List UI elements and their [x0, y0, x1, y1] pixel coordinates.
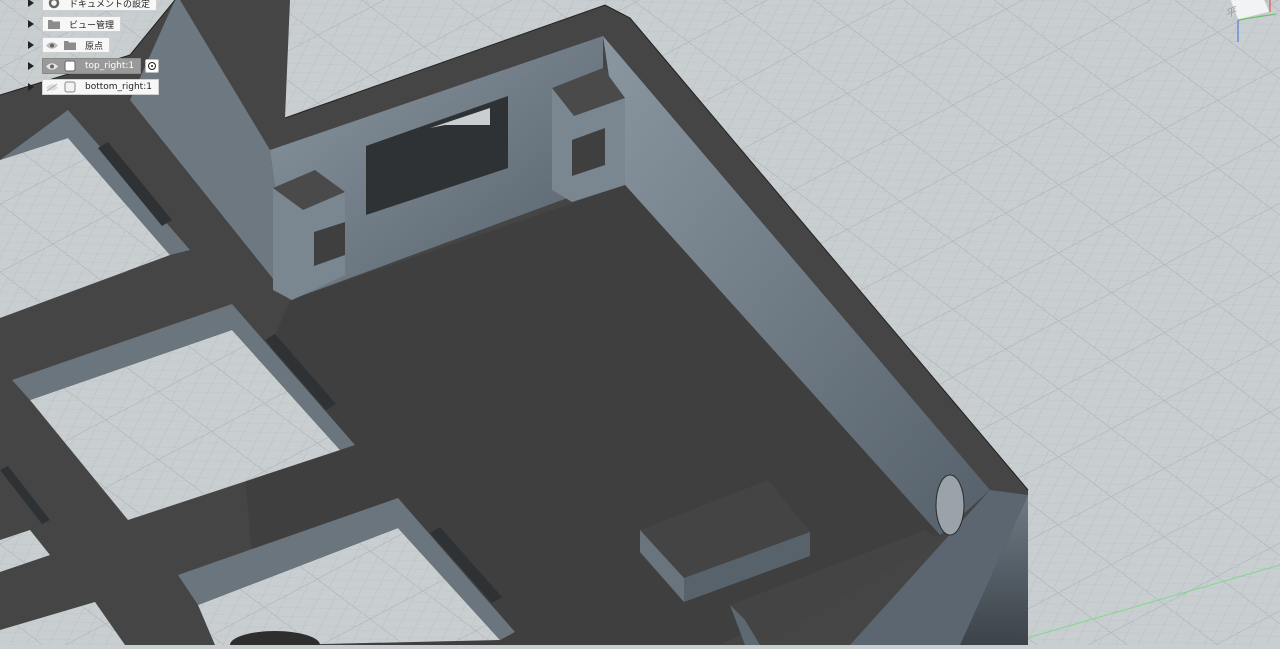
eye-icon[interactable] [43, 38, 61, 52]
gear-icon [45, 0, 63, 10]
tree-node-top-right[interactable]: top_right:1 [42, 58, 142, 74]
tree-label: 原点 [85, 41, 104, 52]
expand-arrow-icon[interactable] [28, 41, 34, 49]
tree-row-top-right[interactable]: top_right:1 [22, 57, 160, 75]
tree-row-origin[interactable]: 原点 [22, 36, 111, 54]
folder-icon [45, 17, 63, 31]
expand-arrow-icon[interactable] [28, 62, 34, 70]
expand-arrow-icon[interactable] [28, 83, 34, 91]
expand-arrow-icon[interactable] [28, 20, 34, 28]
tree-node-origin[interactable]: 原点 [42, 37, 111, 53]
component-icon [61, 59, 79, 73]
activate-radio-icon[interactable] [145, 59, 160, 73]
tree-label: top_right:1 [85, 61, 135, 71]
eye-hidden-icon[interactable] [43, 80, 61, 94]
component-icon [61, 80, 79, 94]
folder-icon [61, 38, 79, 52]
tree-node-view-management[interactable]: ビュー管理 [42, 16, 122, 32]
3d-viewport[interactable] [0, 0, 1280, 649]
canvas-svg[interactable] [0, 0, 1280, 649]
tree-label: ビュー管理 [69, 20, 115, 31]
expand-arrow-icon[interactable] [28, 0, 34, 7]
tree-label: bottom_right:1 [85, 82, 152, 92]
tree-label: ドキュメントの設定 [69, 0, 151, 10]
tree-node-document-settings[interactable]: ドキュメントの設定 [42, 0, 158, 11]
tree-row-document-settings[interactable]: ドキュメントの設定 [22, 0, 158, 12]
wall-hole [935, 474, 965, 536]
tree-node-bottom-right[interactable]: bottom_right:1 [42, 79, 159, 95]
eye-icon[interactable] [43, 59, 61, 73]
tree-row-bottom-right[interactable]: bottom_right:1 [22, 78, 159, 96]
tree-row-view-management[interactable]: ビュー管理 [22, 15, 122, 33]
